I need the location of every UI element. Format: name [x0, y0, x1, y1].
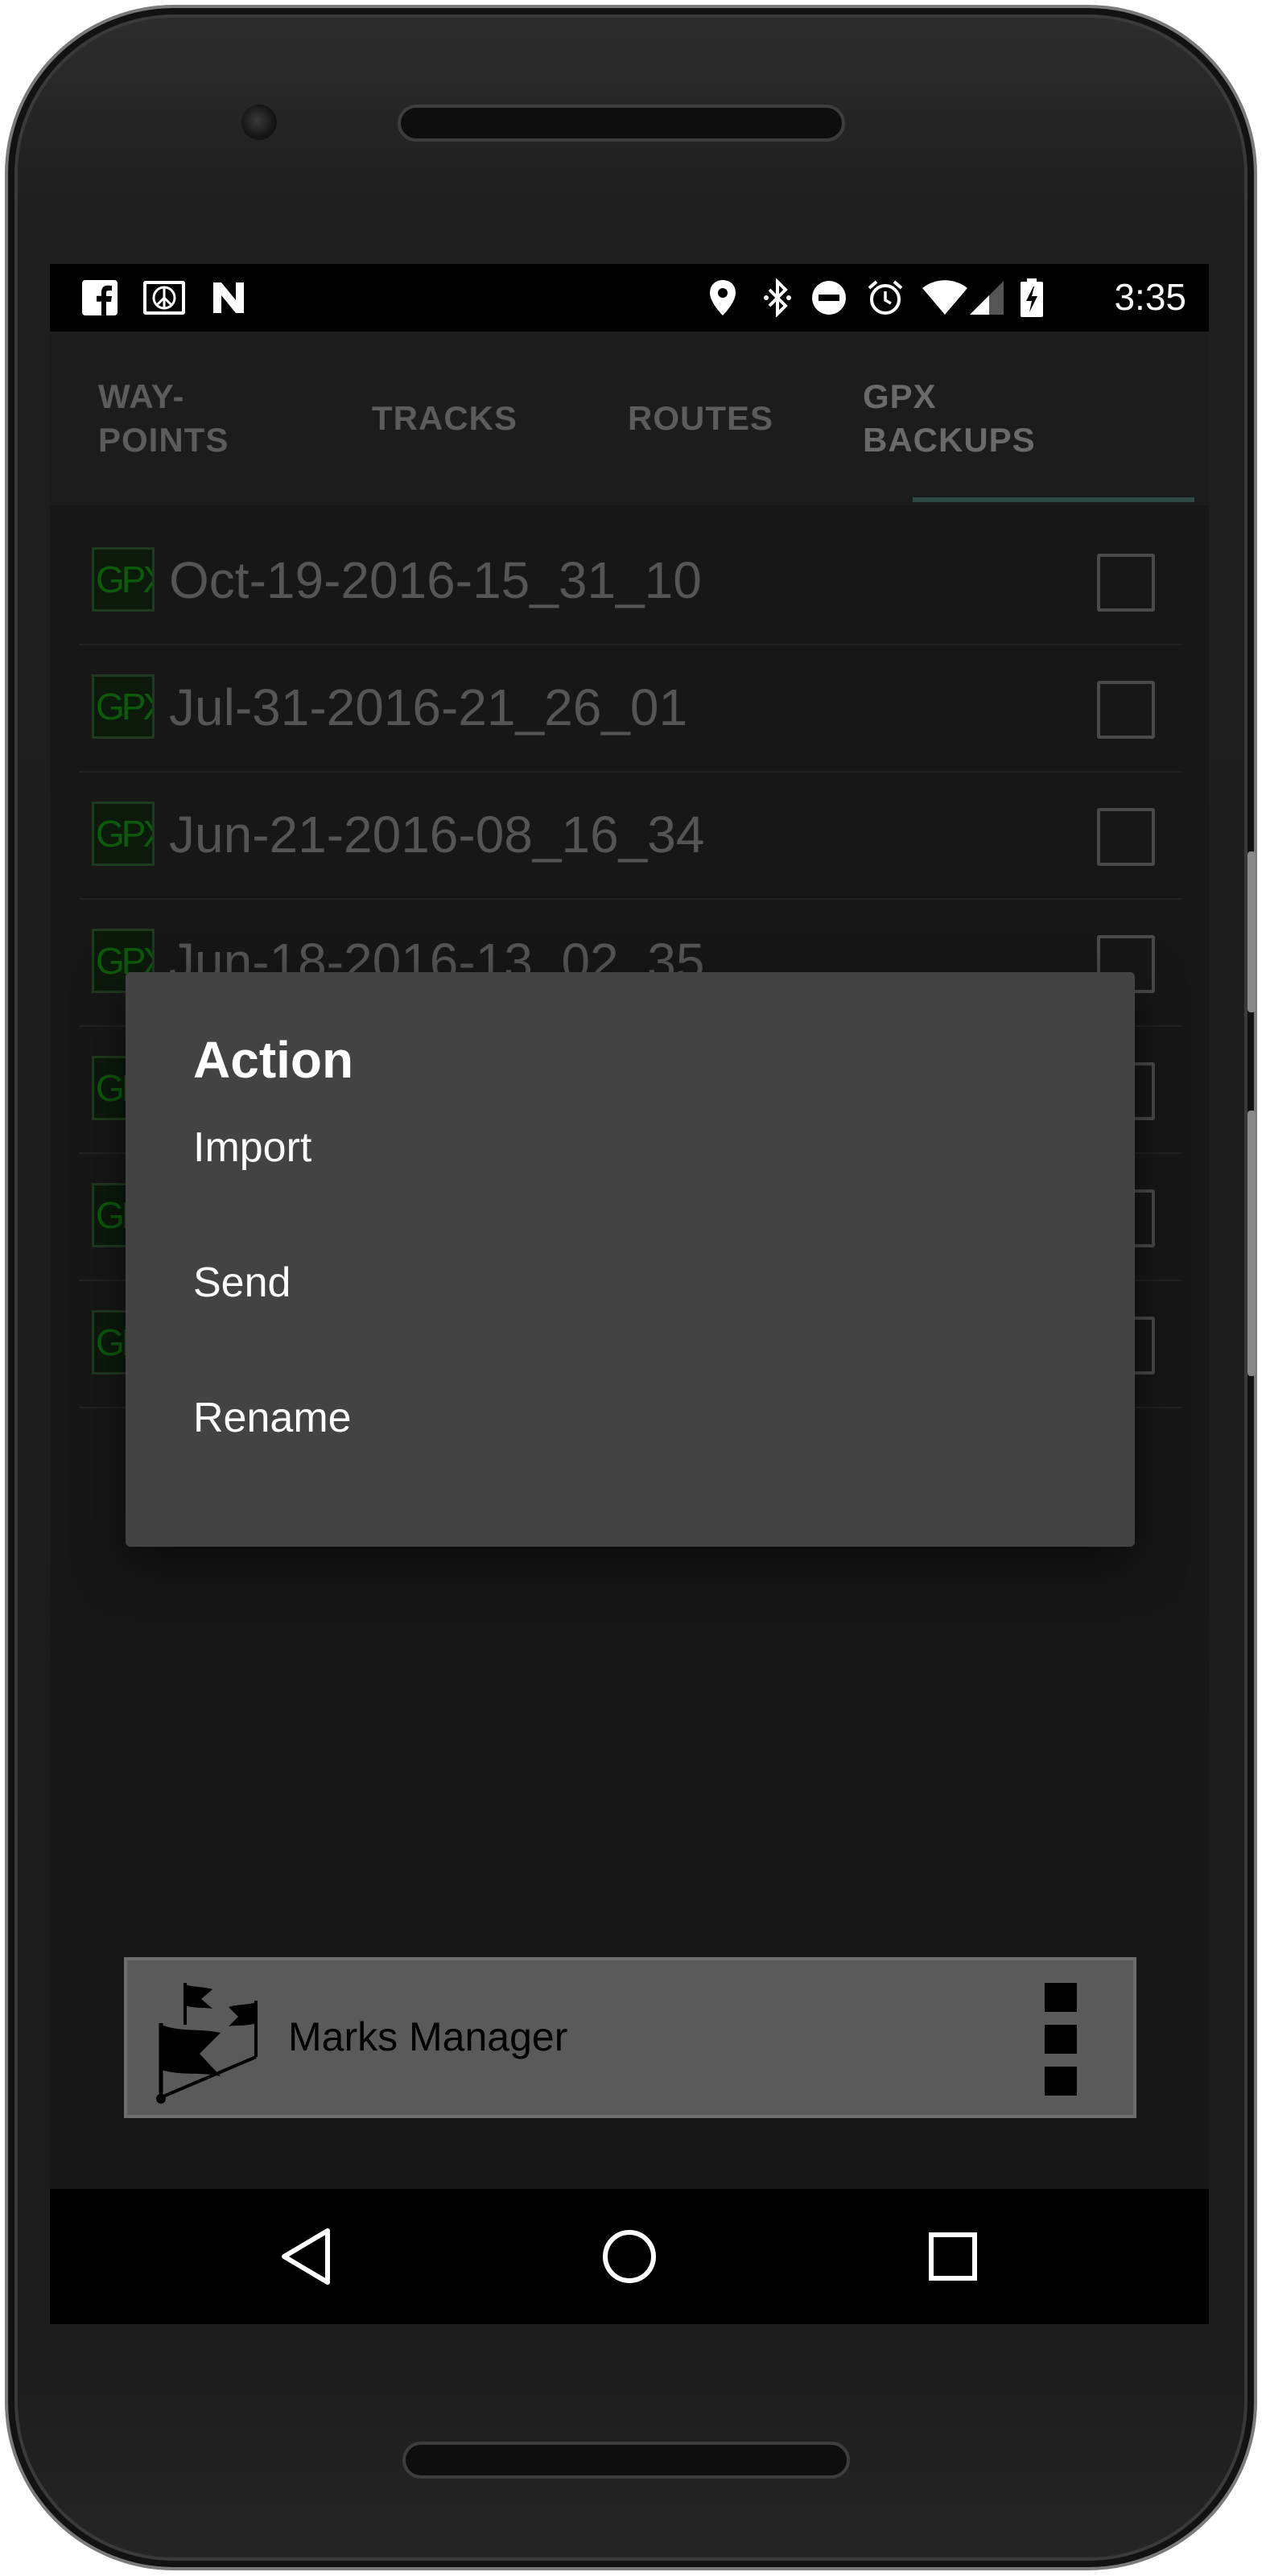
peace-icon: [142, 278, 187, 317]
facebook-icon: [80, 278, 119, 317]
flags-icon: [151, 1976, 264, 2105]
clock-time: 3:35: [1114, 276, 1186, 318]
dialog-title: Action: [193, 1031, 354, 1089]
n-app-icon: [209, 278, 248, 317]
top-speaker: [398, 105, 845, 142]
navigation-bar: [50, 2189, 1209, 2324]
signal-icon: [967, 278, 1006, 317]
screen: 3:35 WAY- POINTS TRACKS ROUTES GPX BACKU…: [50, 264, 1209, 2324]
import-option[interactable]: Import: [193, 1099, 1078, 1196]
battery-charging-icon: [1012, 278, 1051, 317]
marks-manager-bar[interactable]: Marks Manager: [124, 1957, 1136, 2118]
status-bar: 3:35: [50, 264, 1209, 332]
alarm-icon: [866, 278, 905, 317]
wifi-icon: [921, 278, 969, 317]
location-icon: [703, 278, 742, 317]
bluetooth-icon: [758, 278, 797, 317]
front-camera: [241, 105, 277, 140]
rename-option[interactable]: Rename: [193, 1370, 1078, 1466]
power-button: [1247, 1111, 1256, 1376]
overflow-menu-icon[interactable]: [1045, 1983, 1077, 2096]
bottom-speaker: [402, 2442, 850, 2479]
volume-button: [1247, 851, 1256, 1012]
home-icon[interactable]: [589, 2216, 670, 2297]
recents-icon[interactable]: [913, 2216, 993, 2297]
send-option[interactable]: Send: [193, 1234, 1078, 1331]
panel-title: Marks Manager: [288, 2014, 568, 2059]
do-not-disturb-icon: [810, 278, 848, 317]
action-dialog: Action Import Send Rename: [126, 972, 1135, 1547]
back-icon[interactable]: [266, 2216, 346, 2297]
